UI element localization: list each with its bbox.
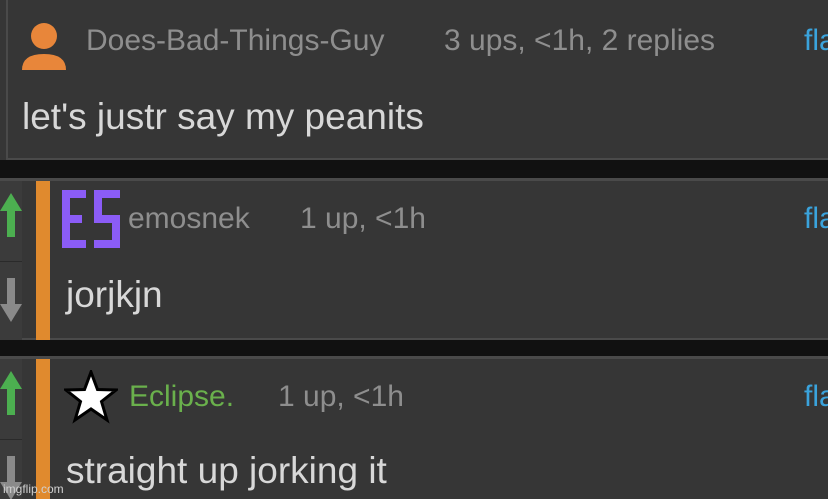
user-silhouette-icon[interactable] <box>20 20 68 70</box>
arrow-down-icon <box>0 278 22 322</box>
comment-accent-bar <box>36 359 50 499</box>
vote-column <box>0 178 22 340</box>
downvote-button[interactable] <box>0 262 22 340</box>
arrow-up-icon <box>0 193 22 237</box>
flag-link[interactable]: fla <box>804 24 828 58</box>
upvote-button[interactable] <box>0 181 22 262</box>
upvote-button[interactable] <box>0 359 22 440</box>
arrow-up-icon <box>0 371 22 415</box>
comment-meta: 1 up, <1h <box>300 202 426 235</box>
divider <box>0 178 828 181</box>
vote-column <box>0 356 22 499</box>
watermark: imgflip.com <box>3 482 64 496</box>
letters-avatar-icon <box>62 190 120 248</box>
comment-text: jorjkjn <box>66 274 163 315</box>
username[interactable]: Eclipse. <box>129 380 234 414</box>
comment-text: let's justr say my peanits <box>22 96 424 137</box>
avatar[interactable] <box>62 190 120 248</box>
comment-3: Eclipse. 1 up, <1h fla straight up jorki… <box>0 356 828 499</box>
comment-2: emosnek 1 up, <1h fla jorjkjn <box>0 178 828 340</box>
divider <box>0 338 828 340</box>
username[interactable]: emosnek <box>128 202 250 236</box>
comment-accent-bar <box>36 181 50 340</box>
divider <box>6 158 828 160</box>
flag-link[interactable]: fla <box>804 202 828 236</box>
star-icon[interactable] <box>64 370 118 424</box>
comment-text: straight up jorking it <box>66 450 387 491</box>
username[interactable]: Does-Bad-Things-Guy <box>86 24 384 58</box>
comment-1: Does-Bad-Things-Guy 3 ups, <1h, 2 replie… <box>0 0 828 160</box>
flag-link[interactable]: fla <box>804 380 828 414</box>
comment-meta: 3 ups, <1h, 2 replies <box>444 24 716 57</box>
comment-meta: 1 up, <1h <box>278 380 404 413</box>
divider <box>0 356 828 359</box>
thread-line <box>6 0 8 160</box>
